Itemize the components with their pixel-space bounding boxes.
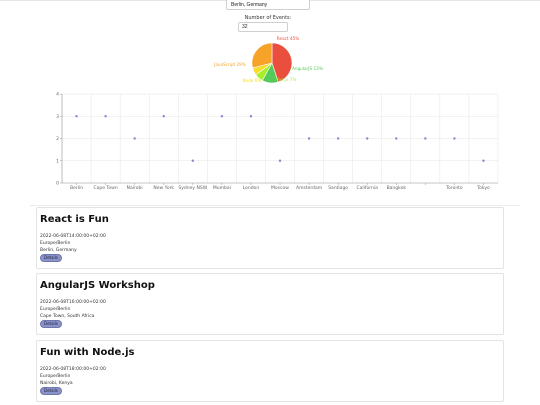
- scatter-point: [133, 137, 136, 140]
- scatter-point: [191, 159, 194, 162]
- scatter-point: [307, 137, 311, 140]
- x-tick-label: Cape Town: [93, 185, 117, 191]
- event-timezone: Europe/Berlin: [40, 374, 71, 379]
- pie-slice-label: JavaScript 29%: [213, 62, 246, 67]
- x-tick-label: Mumbai: [213, 185, 231, 191]
- y-tick-label: 4: [56, 92, 59, 98]
- scatter-point: [249, 115, 253, 118]
- scatter-point: [424, 137, 427, 140]
- scatter-point: [366, 137, 369, 140]
- y-tick-label: 1: [56, 158, 59, 164]
- x-tick-label: Toronto: [445, 185, 463, 191]
- x-tick-label: Bangkok: [387, 185, 407, 191]
- scatter-point: [162, 115, 165, 118]
- event-title: AngularJS Workshop: [40, 280, 155, 291]
- event-title: Fun with Node.js: [40, 347, 135, 358]
- details-button[interactable]: Details: [40, 254, 62, 262]
- pie-slice-label: Node 6%: [243, 78, 262, 83]
- x-tick-label: Nairobi: [127, 185, 143, 191]
- event-location: Cape Town, South Africa: [40, 314, 95, 319]
- x-tick-label: Amsterdam: [296, 185, 322, 191]
- event-card: React is Fun 2022-06-08T14:00:00+02:00 E…: [36, 207, 504, 269]
- event-timezone: Europe/Berlin: [40, 241, 71, 246]
- event-card: Fun with Node.js 2022-06-08T18:00:00+02:…: [36, 340, 504, 402]
- pie-slice-label: AngularJS 13%: [292, 66, 323, 71]
- events-by-city-scatter-chart: 0 1 2 3 4 Berlin Cape Town Nairobi New York Sydne…: [56, 92, 499, 191]
- x-tick-label: Berlin: [70, 185, 83, 191]
- scatter-point: [104, 115, 107, 118]
- scatter-point: [220, 115, 224, 118]
- pie-slice-label: Vue.js 7%: [276, 77, 296, 82]
- y-tick-label: 0: [56, 181, 59, 187]
- event-location: Berlin, Germany: [40, 248, 77, 253]
- y-tick-label: 2: [56, 136, 59, 142]
- scatter-point: [395, 137, 398, 140]
- x-tick-label: Santiago: [328, 185, 348, 191]
- x-tick-label: Tokyo: [476, 185, 490, 191]
- scatter-point: [482, 159, 485, 162]
- scatter-point: [453, 137, 456, 140]
- x-tick-label: Moscow: [271, 185, 289, 191]
- event-datetime: 2022-06-08T14:00:00+02:00: [40, 234, 106, 239]
- event-timezone: Europe/Berlin: [40, 307, 71, 312]
- event-datetime: 2022-06-08T16:00:00+02:00: [40, 300, 106, 305]
- event-title: React is Fun: [40, 214, 109, 225]
- scatter-point: [75, 115, 78, 118]
- x-tick-label: Sydney NSW: [178, 185, 207, 191]
- x-tick-label: California: [357, 185, 379, 191]
- details-button[interactable]: Details: [40, 320, 62, 328]
- scatter-point: [336, 137, 340, 140]
- event-location: Nairobi, Kenya: [40, 381, 73, 386]
- details-button[interactable]: Details: [40, 387, 62, 395]
- x-tick-label: London: [243, 185, 260, 191]
- genre-pie-chart: React 45% AngularJS 13% Vue.js 7% Node 6% Ja…: [213, 36, 323, 84]
- section-divider: [30, 205, 520, 206]
- x-tick-label: New York: [153, 185, 174, 191]
- event-datetime: 2022-06-08T18:00:00+02:00: [40, 367, 106, 372]
- pie-slice-label: React 45%: [277, 36, 299, 41]
- event-card: AngularJS Workshop 2022-06-08T16:00:00+0…: [36, 273, 504, 335]
- y-tick-label: 3: [56, 114, 59, 120]
- scatter-point: [278, 159, 282, 162]
